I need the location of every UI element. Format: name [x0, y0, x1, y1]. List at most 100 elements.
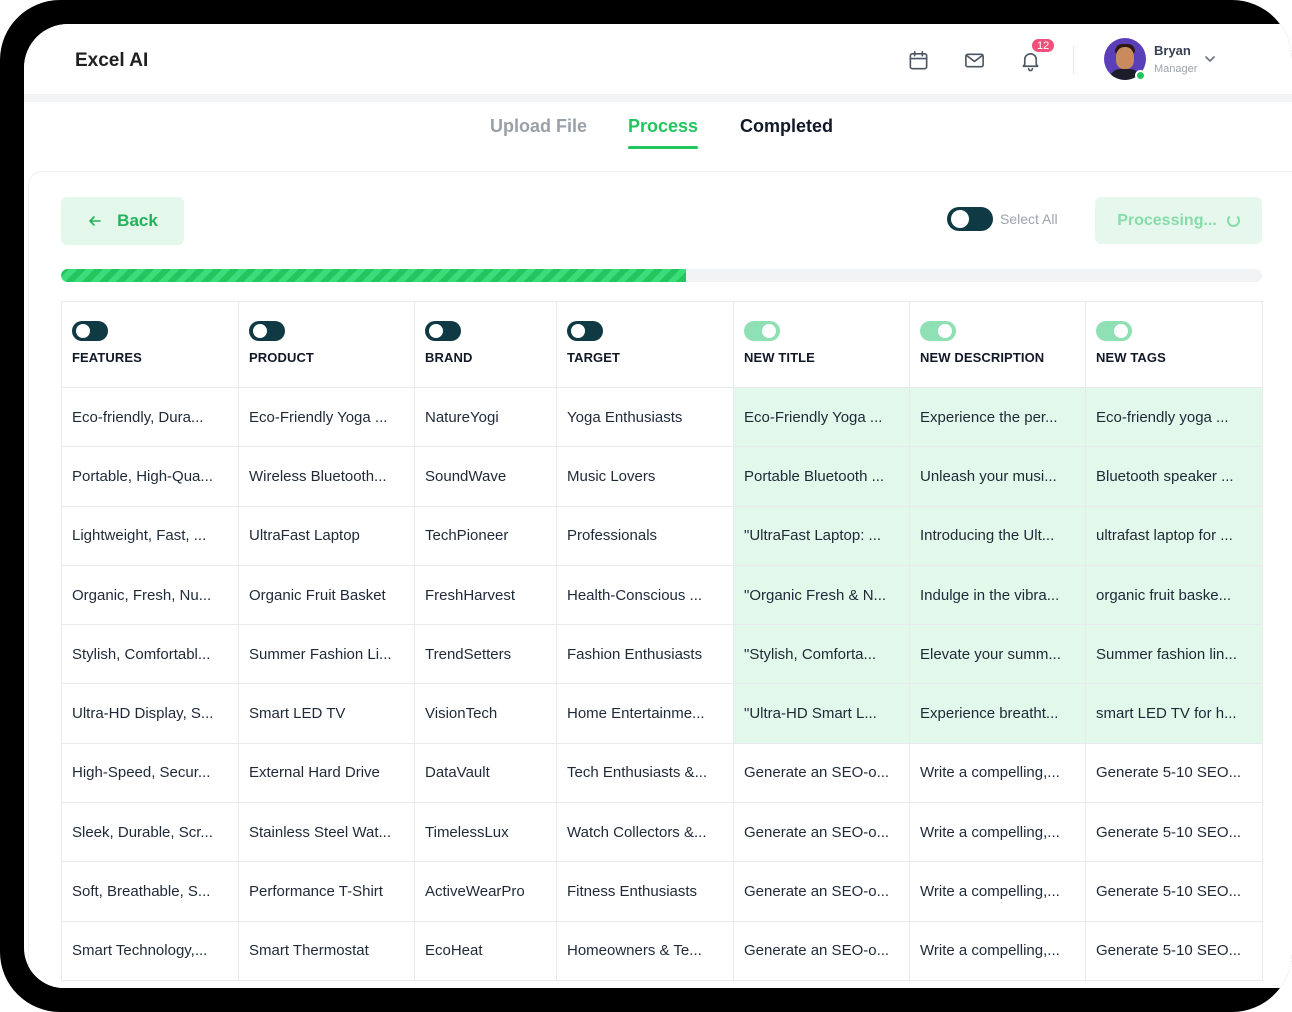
table-cell[interactable]: Soft, Breathable, S... [61, 861, 239, 922]
table-cell[interactable]: Generate 5-10 SEO... [1085, 802, 1263, 863]
step-process[interactable]: Process [628, 116, 698, 137]
table-row[interactable]: Organic, Fresh, Nu... Organic Fruit Baske… [61, 564, 1263, 626]
back-button[interactable]: Back [61, 197, 184, 245]
table-cell[interactable]: Eco-Friendly Yoga ... [733, 386, 910, 448]
table-cell[interactable]: Write a compelling,... [909, 802, 1086, 863]
column-toggle[interactable] [425, 321, 461, 341]
table-cell[interactable]: Generate 5-10 SEO... [1085, 742, 1263, 804]
cell-text: Write a compelling,... [920, 823, 1060, 841]
column-toggle[interactable] [744, 321, 780, 341]
mail-icon[interactable] [962, 48, 986, 72]
table-cell[interactable]: Performance T-Shirt [238, 861, 415, 922]
column-toggle[interactable] [72, 321, 108, 341]
table-cell[interactable]: Organic, Fresh, Nu... [61, 564, 239, 626]
table-cell[interactable]: Homeowners & Te... [556, 920, 734, 981]
table-cell[interactable]: Summer Fashion Li... [238, 624, 415, 685]
column-toggle[interactable] [249, 321, 285, 341]
table-cell[interactable]: organic fruit baske... [1085, 564, 1263, 626]
table-cell[interactable]: TechPioneer [414, 505, 557, 566]
table-cell[interactable]: Eco-friendly yoga ... [1085, 386, 1263, 448]
table-cell[interactable]: Generate an SEO-o... [733, 920, 910, 981]
table-cell[interactable]: Portable, High-Qua... [61, 446, 239, 507]
table-cell[interactable]: Health-Conscious ... [556, 564, 734, 626]
column-toggle[interactable] [920, 321, 956, 341]
table-cell[interactable]: Eco-Friendly Yoga ... [238, 386, 415, 448]
table-cell[interactable]: Write a compelling,... [909, 861, 1086, 922]
table-cell[interactable]: Bluetooth speaker ... [1085, 446, 1263, 507]
step-completed[interactable]: Completed [740, 116, 833, 137]
table-cell[interactable]: Experience the per... [909, 386, 1086, 448]
table-cell[interactable]: Elevate your summ... [909, 624, 1086, 685]
table-cell[interactable]: High-Speed, Secur... [61, 742, 239, 804]
table-cell[interactable]: FreshHarvest [414, 564, 557, 626]
table-cell[interactable]: Organic Fruit Basket [238, 564, 415, 626]
cell-text: organic fruit baske... [1096, 586, 1232, 604]
table-row[interactable]: Sleek, Durable, Scr... Stainless Steel Wa… [61, 802, 1263, 863]
table-cell[interactable]: Introducing the Ult... [909, 505, 1086, 566]
table-cell[interactable]: NatureYogi [414, 386, 557, 448]
table-cell[interactable]: Write a compelling,... [909, 920, 1086, 981]
table-cell[interactable]: Unleash your musi... [909, 446, 1086, 507]
table-cell[interactable]: External Hard Drive [238, 742, 415, 804]
table-cell[interactable]: Sleek, Durable, Scr... [61, 802, 239, 863]
table-cell[interactable]: Generate an SEO-o... [733, 802, 910, 863]
table-cell[interactable]: SoundWave [414, 446, 557, 507]
calendar-icon[interactable] [906, 48, 930, 72]
table-row[interactable]: Lightweight, Fast, ... UltraFast Laptop Te… [61, 505, 1263, 566]
table-cell[interactable]: Stainless Steel Wat... [238, 802, 415, 863]
table-cell[interactable]: Music Lovers [556, 446, 734, 507]
table-cell[interactable]: ultrafast laptop for ... [1085, 505, 1263, 566]
step-upload-file[interactable]: Upload File [490, 116, 587, 137]
table-row[interactable]: Portable, High-Qua... Wireless Bluetooth.… [61, 446, 1263, 507]
table-cell[interactable]: Generate an SEO-o... [733, 742, 910, 804]
table-cell[interactable]: Fashion Enthusiasts [556, 624, 734, 685]
table-cell[interactable]: Write a compelling,... [909, 742, 1086, 804]
table-cell[interactable]: Watch Collectors &... [556, 802, 734, 863]
table-row[interactable]: Smart Technology,... Smart Thermostat EcoH… [61, 920, 1263, 981]
table-cell[interactable]: Smart Technology,... [61, 920, 239, 981]
table-cell[interactable]: Home Entertainme... [556, 683, 734, 744]
table-cell[interactable]: "UltraFast Laptop: ... [733, 505, 910, 566]
table-row[interactable]: Ultra-HD Display, S... Smart LED TV Vision… [61, 683, 1263, 744]
table-cell[interactable]: "Organic Fresh & N... [733, 564, 910, 626]
table-cell[interactable]: VisionTech [414, 683, 557, 744]
table-cell[interactable]: Eco-friendly, Dura... [61, 386, 239, 448]
table-cell[interactable]: Generate 5-10 SEO... [1085, 861, 1263, 922]
table-cell[interactable]: "Stylish, Comforta... [733, 624, 910, 685]
table-row[interactable]: Stylish, Comfortabl... Summer Fashion Li.… [61, 624, 1263, 685]
select-all-toggle[interactable] [947, 207, 993, 231]
table-cell[interactable]: "Ultra-HD Smart L... [733, 683, 910, 744]
table-row[interactable]: Soft, Breathable, S... Performance T-Shir… [61, 861, 1263, 922]
table-cell[interactable]: Summer fashion lin... [1085, 624, 1263, 685]
table-cell[interactable]: DataVault [414, 742, 557, 804]
table-cell[interactable]: TrendSetters [414, 624, 557, 685]
column-toggle[interactable] [1096, 321, 1132, 341]
table-cell[interactable]: Experience breatht... [909, 683, 1086, 744]
table-cell[interactable]: Lightweight, Fast, ... [61, 505, 239, 566]
table-cell[interactable]: smart LED TV for h... [1085, 683, 1263, 744]
cell-text: Generate 5-10 SEO... [1096, 764, 1242, 782]
cell-text: Home Entertainme... [567, 705, 705, 723]
table-cell[interactable]: Fitness Enthusiasts [556, 861, 734, 922]
table-cell[interactable]: Yoga Enthusiasts [556, 386, 734, 448]
table-cell[interactable]: Smart Thermostat [238, 920, 415, 981]
chevron-down-icon[interactable] [1202, 51, 1218, 67]
table-cell[interactable]: Ultra-HD Display, S... [61, 683, 239, 744]
table-cell[interactable]: EcoHeat [414, 920, 557, 981]
table-cell[interactable]: UltraFast Laptop [238, 505, 415, 566]
table-cell[interactable]: ActiveWearPro [414, 861, 557, 922]
table-cell[interactable]: TimelessLux [414, 802, 557, 863]
table-cell[interactable]: Smart LED TV [238, 683, 415, 744]
table-cell[interactable]: Generate 5-10 SEO... [1085, 920, 1263, 981]
table-cell[interactable]: Indulge in the vibra... [909, 564, 1086, 626]
table-cell[interactable]: Stylish, Comfortabl... [61, 624, 239, 685]
table-cell[interactable]: Tech Enthusiasts &... [556, 742, 734, 804]
table-row[interactable]: Eco-friendly, Dura... Eco-Friendly Yoga .… [61, 386, 1263, 448]
processing-button[interactable]: Processing... [1095, 197, 1262, 244]
table-cell[interactable]: Portable Bluetooth ... [733, 446, 910, 507]
table-cell[interactable]: Professionals [556, 505, 734, 566]
table-cell[interactable]: Generate an SEO-o... [733, 861, 910, 922]
table-row[interactable]: High-Speed, Secur... External Hard Drive D… [61, 742, 1263, 804]
column-toggle[interactable] [567, 321, 603, 341]
table-cell[interactable]: Wireless Bluetooth... [238, 446, 415, 507]
